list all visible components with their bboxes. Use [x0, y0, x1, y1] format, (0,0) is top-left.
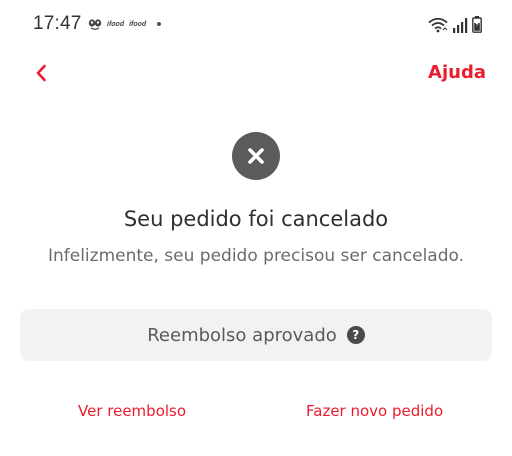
- ifood-icon: ifood: [129, 20, 147, 28]
- signal-icon: [453, 18, 468, 33]
- wifi-icon: [428, 17, 448, 33]
- page-title: Seu pedido foi cancelado: [123, 207, 389, 231]
- system-icons: [428, 15, 482, 33]
- refund-status-box: Reembolso aprovado ?: [20, 309, 492, 361]
- page-subtitle: Infelizmente, seu pedido precisou ser ca…: [47, 246, 465, 266]
- battery-icon: [472, 16, 482, 33]
- ifood-icon: ifood: [107, 20, 125, 28]
- status-time: 17:47: [33, 13, 82, 34]
- close-circle-icon: [232, 132, 280, 180]
- view-refund-button[interactable]: Ver reembolso: [78, 402, 186, 420]
- help-link[interactable]: Ajuda: [428, 62, 486, 83]
- refund-status-label: Reembolso aprovado: [147, 324, 337, 346]
- status-bar: 17:47 ifood ifood: [0, 0, 512, 50]
- new-order-button[interactable]: Fazer novo pedido: [306, 402, 443, 420]
- chevron-left-icon: [36, 64, 46, 82]
- back-button[interactable]: [30, 60, 52, 86]
- smiley-icon: [88, 19, 102, 30]
- question-mark-icon[interactable]: ?: [346, 326, 365, 344]
- notification-icons: ifood ifood: [88, 14, 162, 34]
- close-icon: [248, 148, 264, 164]
- dot-icon: [157, 22, 162, 26]
